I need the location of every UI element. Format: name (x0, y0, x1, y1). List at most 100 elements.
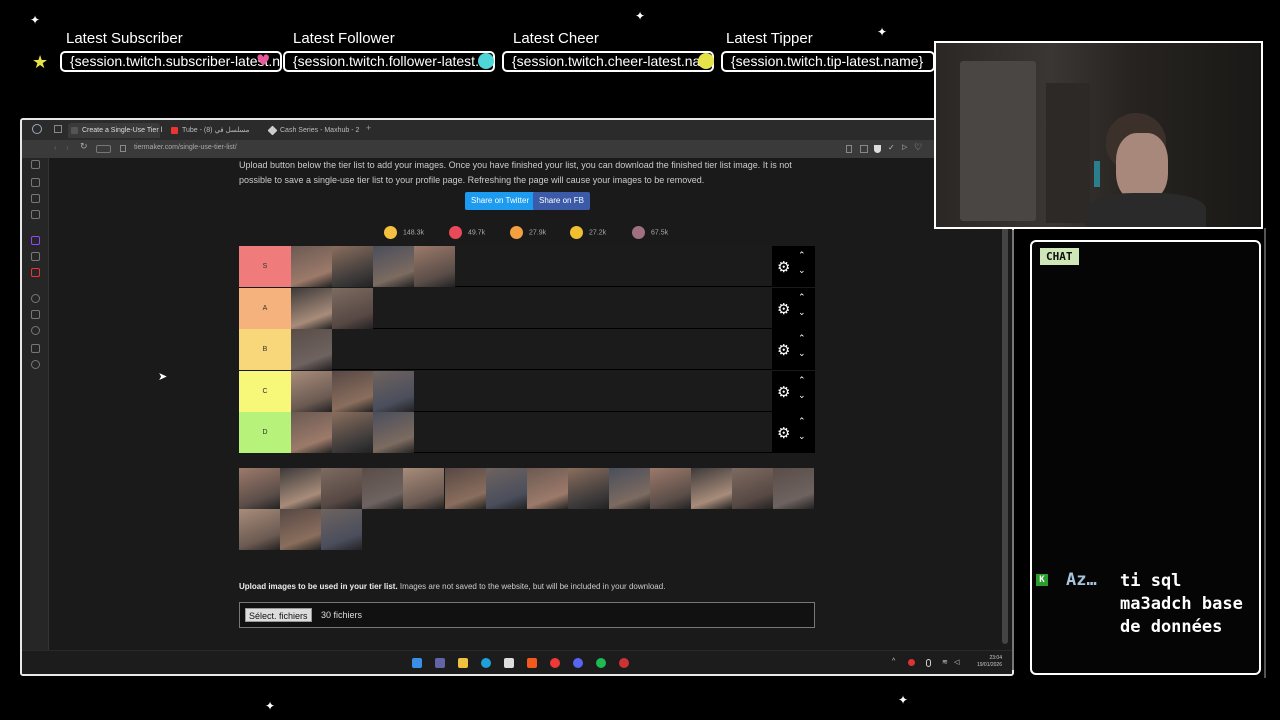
move-up-icon[interactable]: ⌃ (798, 417, 806, 427)
unranked-item-image[interactable] (280, 509, 322, 550)
move-up-icon[interactable]: ⌃ (798, 293, 806, 303)
tier-item-image[interactable] (332, 370, 373, 412)
tier-item-image[interactable] (414, 246, 455, 287)
extension-icon[interactable] (860, 145, 868, 153)
shield-icon[interactable] (874, 145, 881, 153)
x-icon[interactable] (31, 252, 40, 261)
tray-chevron-icon[interactable]: ^ (892, 658, 895, 665)
share-facebook-button[interactable]: Share on FB (533, 192, 590, 210)
move-up-icon[interactable]: ⌃ (798, 251, 806, 261)
unranked-item-image[interactable] (239, 468, 280, 509)
unranked-item-image[interactable] (321, 509, 363, 550)
unranked-item-image[interactable] (362, 468, 404, 509)
settings-icon[interactable] (31, 360, 40, 369)
tier-label[interactable]: B (239, 329, 291, 370)
back-icon[interactable]: ‹ (54, 143, 57, 152)
file-explorer-icon[interactable] (458, 658, 468, 668)
tier-item-image[interactable] (373, 370, 414, 412)
unranked-item-image[interactable] (239, 509, 280, 550)
tier-label[interactable]: A (239, 287, 291, 329)
tray-app-icon[interactable] (908, 659, 915, 666)
discord-icon[interactable] (573, 658, 583, 668)
volume-icon[interactable]: ◁ (954, 658, 959, 666)
page-scrollbar[interactable] (1002, 164, 1008, 644)
move-down-icon[interactable]: ⌄ (798, 308, 806, 318)
edge-icon[interactable] (481, 658, 491, 668)
tab-tiermaker[interactable]: Create a Single-Use Tier l (68, 123, 162, 138)
unranked-item-image[interactable] (773, 468, 815, 509)
store-icon[interactable] (504, 658, 514, 668)
tier-item-image[interactable] (291, 246, 332, 287)
tier-item-image[interactable] (332, 246, 373, 287)
tier-item-image[interactable] (373, 412, 414, 453)
new-tab-button[interactable]: + (366, 123, 371, 133)
share-twitter-button[interactable]: Share on Twitter (465, 192, 536, 210)
url-text[interactable]: tiermaker.com/single-use-tier-list/ (134, 144, 237, 151)
cloud-icon[interactable] (31, 344, 40, 353)
page-icon[interactable] (31, 310, 40, 319)
tier-label[interactable]: D (239, 412, 291, 453)
clock-icon[interactable] (31, 294, 40, 303)
unranked-item-image[interactable] (526, 468, 568, 509)
brave-icon[interactable] (527, 658, 537, 668)
tier-item-image[interactable] (291, 329, 332, 370)
file-upload-input[interactable]: Sélect. fichiers 30 fichiers (239, 602, 815, 628)
tier-label[interactable]: S (239, 246, 291, 287)
twitch-icon[interactable] (31, 236, 40, 245)
windows-start-icon[interactable] (412, 658, 422, 668)
tier-item-image[interactable] (332, 412, 373, 453)
tier-label[interactable]: C (239, 370, 291, 412)
move-down-icon[interactable]: ⌄ (798, 349, 806, 359)
spotify-icon[interactable] (596, 658, 606, 668)
gear-icon[interactable]: ⚙ (777, 424, 790, 442)
move-up-icon[interactable]: ⌃ (798, 334, 806, 344)
gear-icon[interactable]: ⚙ (777, 300, 790, 318)
pinterest-icon[interactable] (31, 268, 40, 277)
microphone-icon[interactable] (926, 659, 931, 667)
tab-maxhub[interactable]: Cash Series - Maxhub - 2 (266, 123, 359, 138)
unranked-item-image[interactable] (321, 468, 363, 509)
gear-icon[interactable]: ⚙ (777, 383, 790, 401)
unranked-item-image[interactable] (650, 468, 691, 509)
reaction-button[interactable]: 67.5k (632, 226, 668, 239)
tab-youtube[interactable]: Tube - مسلسل في (8) (168, 123, 260, 138)
unranked-item-image[interactable] (567, 468, 609, 509)
bookmark-icon[interactable] (846, 145, 852, 153)
tier-item-image[interactable] (291, 412, 332, 453)
vivaldi-icon[interactable] (550, 658, 560, 668)
unranked-item-image[interactable] (732, 468, 774, 509)
checkmark-icon[interactable]: ✓ (888, 143, 895, 152)
reading-icon[interactable] (31, 326, 40, 335)
unranked-item-image[interactable] (444, 468, 486, 509)
obs-icon[interactable] (619, 658, 629, 668)
reaction-button[interactable]: 148.3k (384, 226, 424, 239)
choose-files-button[interactable]: Sélect. fichiers (245, 608, 312, 622)
history-icon[interactable] (31, 160, 40, 169)
teams-icon[interactable] (435, 658, 445, 668)
tab-overview-icon[interactable] (54, 125, 62, 133)
unranked-item-image[interactable] (691, 468, 733, 509)
reaction-button[interactable]: 49.7k (449, 226, 485, 239)
play-icon[interactable]: ▷ (902, 143, 907, 151)
move-down-icon[interactable]: ⌄ (798, 266, 806, 276)
unranked-item-image[interactable] (280, 468, 322, 509)
unranked-item-image[interactable] (403, 468, 445, 509)
gear-icon[interactable]: ⚙ (777, 341, 790, 359)
move-down-icon[interactable]: ⌄ (798, 432, 806, 442)
notes-icon[interactable] (31, 194, 40, 203)
tier-item-image[interactable] (373, 246, 414, 287)
gear-icon[interactable]: ⚙ (777, 258, 790, 276)
forward-icon[interactable]: › (66, 143, 69, 152)
bookmarks-icon[interactable] (31, 178, 40, 187)
unranked-item-image[interactable] (608, 468, 650, 509)
tier-item-image[interactable] (291, 287, 332, 329)
heart-outline-icon[interactable]: ♡ (914, 142, 922, 153)
mail-icon[interactable] (31, 210, 40, 219)
system-clock[interactable]: 23:04 19/01/2026 (977, 655, 1002, 669)
move-down-icon[interactable]: ⌄ (798, 391, 806, 401)
unranked-item-image[interactable] (485, 468, 527, 509)
wifi-icon[interactable]: ≋ (942, 658, 948, 666)
reaction-button[interactable]: 27.2k (570, 226, 606, 239)
move-up-icon[interactable]: ⌃ (798, 376, 806, 386)
vpn-badge-icon[interactable] (96, 145, 111, 153)
